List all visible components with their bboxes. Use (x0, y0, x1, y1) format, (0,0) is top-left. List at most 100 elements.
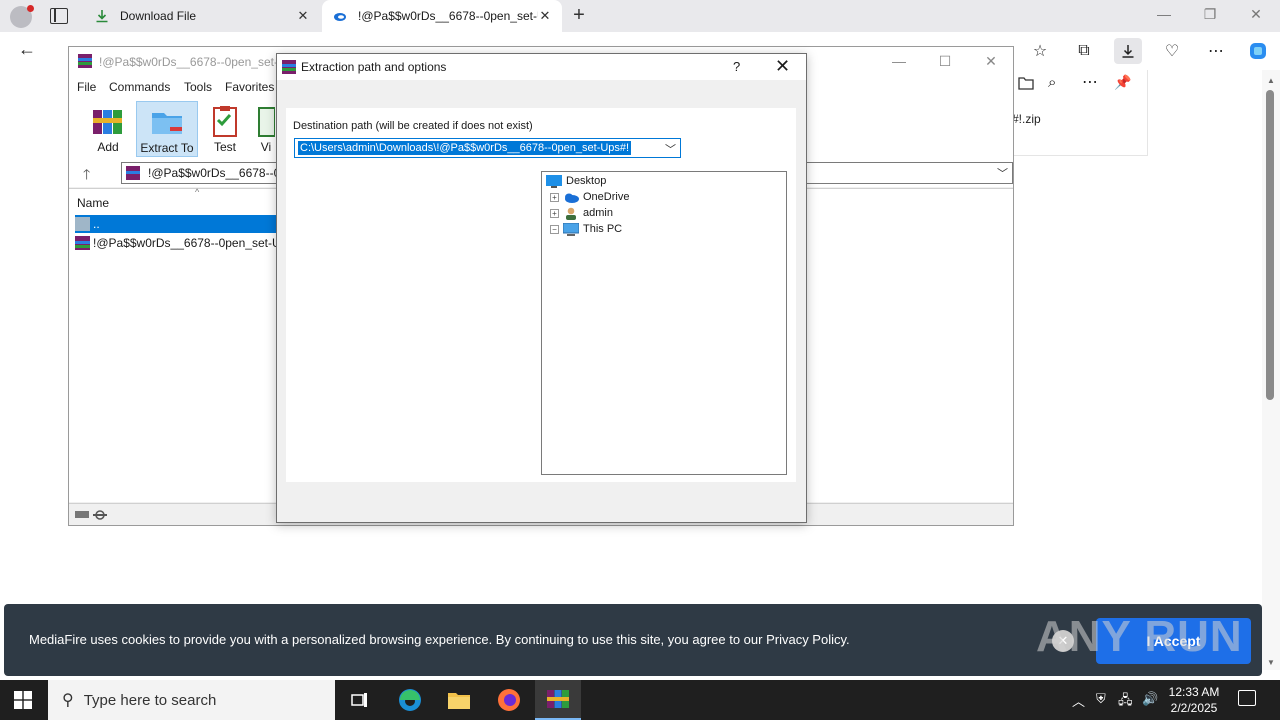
edge-taskbar-icon[interactable] (387, 680, 433, 720)
parent-folder-icon (75, 217, 90, 231)
folder-tree[interactable]: Desktop + OneDrive + admin − This PC (541, 171, 787, 475)
archive-icon (126, 166, 140, 183)
winrar-logo-icon (77, 53, 93, 72)
dialog-general-panel: Destination path (will be created if doe… (286, 108, 796, 482)
menu-tools[interactable]: Tools (184, 80, 212, 94)
close-window-icon[interactable]: ✕ (981, 53, 1001, 70)
scroll-down-icon[interactable]: ▼ (1262, 658, 1280, 667)
security-icon[interactable]: ⛨ (1096, 691, 1106, 707)
dialog-titlebar[interactable]: Extraction path and options ? ✕ (277, 54, 806, 80)
search-placeholder: Type here to search (83, 691, 217, 709)
dialog-close-button[interactable]: ✕ (775, 56, 790, 77)
extract-to-label: Extract To (140, 141, 194, 155)
search-icon: ⚲ (62, 692, 74, 709)
desktop-icon (546, 174, 562, 188)
destination-path-label: Destination path (will be created if doe… (293, 120, 533, 132)
close-window-icon[interactable]: ✕ (1246, 6, 1266, 23)
cookie-message: MediaFire uses cookies to provide you wi… (29, 632, 850, 647)
list-item[interactable]: .. (75, 215, 281, 233)
copilot-icon[interactable] (1246, 40, 1270, 62)
file-name: .. (93, 217, 100, 231)
page-scrollbar[interactable]: ▲ ▼ (1262, 70, 1280, 670)
menu-file[interactable]: File (77, 80, 96, 94)
notification-center-icon[interactable] (1238, 690, 1256, 706)
volume-icon[interactable]: 🔊 (1142, 691, 1158, 707)
destination-path-value[interactable]: C:\Users\admin\Downloads\!@Pa$$w0rDs__66… (298, 141, 632, 155)
tab-download-file[interactable]: Download File ✕ (84, 0, 320, 32)
view-button[interactable]: Vi (255, 101, 277, 157)
folder-icon[interactable] (1018, 76, 1034, 93)
scrollbar-thumb[interactable] (1266, 90, 1274, 400)
tree-node-onedrive[interactable]: + OneDrive (550, 189, 629, 205)
sort-ascending-icon[interactable]: ^ (195, 187, 199, 197)
tree-node-admin[interactable]: + admin (550, 205, 613, 221)
download-filename[interactable]: #!.zip (1012, 112, 1041, 126)
archive-icon (75, 236, 90, 250)
collapse-icon[interactable]: − (550, 224, 559, 234)
more-options-icon[interactable]: ⋯ (1204, 40, 1228, 62)
search-icon[interactable]: ⌕ (1048, 74, 1056, 91)
archive-path-text: !@Pa$$w0rDs__6678--0p (148, 166, 287, 180)
firefox-icon[interactable] (486, 680, 532, 720)
chevron-down-icon[interactable]: ﹀ (665, 141, 676, 157)
minimize-icon[interactable]: — (889, 53, 909, 69)
maximize-icon[interactable]: ☐ (935, 53, 955, 70)
favorites-icon[interactable]: ☆ (1028, 40, 1052, 62)
pin-icon[interactable]: 📌 (1114, 74, 1131, 91)
this-pc-icon (562, 222, 580, 236)
system-clock[interactable]: 12:33 AM 2/2/2025 (1162, 684, 1226, 716)
winrar-taskbar-icon[interactable] (535, 680, 581, 720)
downloads-icon[interactable] (1114, 38, 1142, 64)
up-arrow-icon[interactable]: 🡑 (83, 164, 90, 188)
tree-node-desktop[interactable]: Desktop (546, 173, 606, 189)
network-icon[interactable]: 🖧 (1118, 691, 1133, 713)
column-header-name[interactable]: Name (77, 196, 109, 210)
extract-to-button[interactable]: Extract To (136, 101, 198, 157)
dialog-title: Extraction path and options (301, 60, 447, 74)
clock-time: 12:33 AM (1168, 685, 1220, 699)
destination-path-combo[interactable]: C:\Users\admin\Downloads\!@Pa$$w0rDs__66… (294, 138, 681, 158)
chevron-down-icon[interactable]: ﹀ (997, 165, 1008, 181)
user-icon (563, 207, 579, 220)
new-tab-button[interactable]: + (568, 4, 590, 27)
file-explorer-icon[interactable] (436, 680, 482, 720)
scroll-up-icon[interactable]: ▲ (1262, 76, 1280, 85)
windows-start-icon[interactable] (14, 691, 32, 709)
task-view-icon[interactable] (337, 680, 383, 720)
restore-icon[interactable]: ❐ (1200, 6, 1220, 23)
add-button[interactable]: Add (77, 101, 139, 157)
profile-avatar[interactable] (10, 5, 34, 28)
show-hidden-icons-icon[interactable]: ︿ (1072, 691, 1085, 710)
tree-node-label: This PC (583, 223, 623, 235)
tab-close-icon[interactable]: ✕ (538, 8, 552, 24)
list-item[interactable]: !@Pa$$w0rDs__6678--0pen_set-Up (75, 234, 281, 252)
taskbar-search-box[interactable]: ⚲ Type here to search (48, 680, 335, 720)
more-options-icon[interactable]: ⋯ (1082, 72, 1098, 92)
tree-node-label: OneDrive (583, 191, 630, 203)
onedrive-icon (563, 191, 579, 204)
view-icon (257, 104, 276, 138)
expand-icon[interactable]: + (550, 192, 559, 202)
minimize-icon[interactable]: — (1154, 6, 1174, 22)
tab-active-archive[interactable]: !@Pa$$w0rDs__6678--0pen_set-U ✕ (322, 0, 562, 32)
edge-tab-icon (332, 8, 348, 24)
tab-actions-icon[interactable] (50, 8, 68, 24)
extraction-dialog: Extraction path and options ? ✕ Destinat… (276, 53, 807, 523)
help-button[interactable]: ? (733, 59, 740, 74)
tree-node-label: Desktop (566, 175, 607, 187)
browser-essentials-icon[interactable]: ♡ (1160, 40, 1184, 62)
menu-favorites[interactable]: Favorites (225, 80, 274, 94)
collections-icon[interactable]: ⧉ (1072, 40, 1096, 62)
tab-label: !@Pa$$w0rDs__6678--0pen_set-U (358, 9, 538, 23)
tree-node-this-pc[interactable]: − This PC (550, 221, 622, 237)
menu-commands[interactable]: Commands (109, 80, 170, 94)
winrar-logo-icon (281, 59, 297, 78)
add-label: Add (97, 140, 119, 154)
tab-close-icon[interactable]: ✕ (296, 8, 310, 24)
anyrun-watermark: ANY RUN (1036, 612, 1243, 661)
download-panel-strip: ⌕ ⋯ 📌 #!.zip (1012, 70, 1148, 156)
back-arrow-icon[interactable]: ← (18, 39, 36, 60)
expand-icon[interactable]: + (550, 208, 559, 218)
test-button[interactable]: Test (194, 101, 256, 157)
browser-tab-bar: Download File ✕ !@Pa$$w0rDs__6678--0pen_… (0, 0, 1280, 32)
